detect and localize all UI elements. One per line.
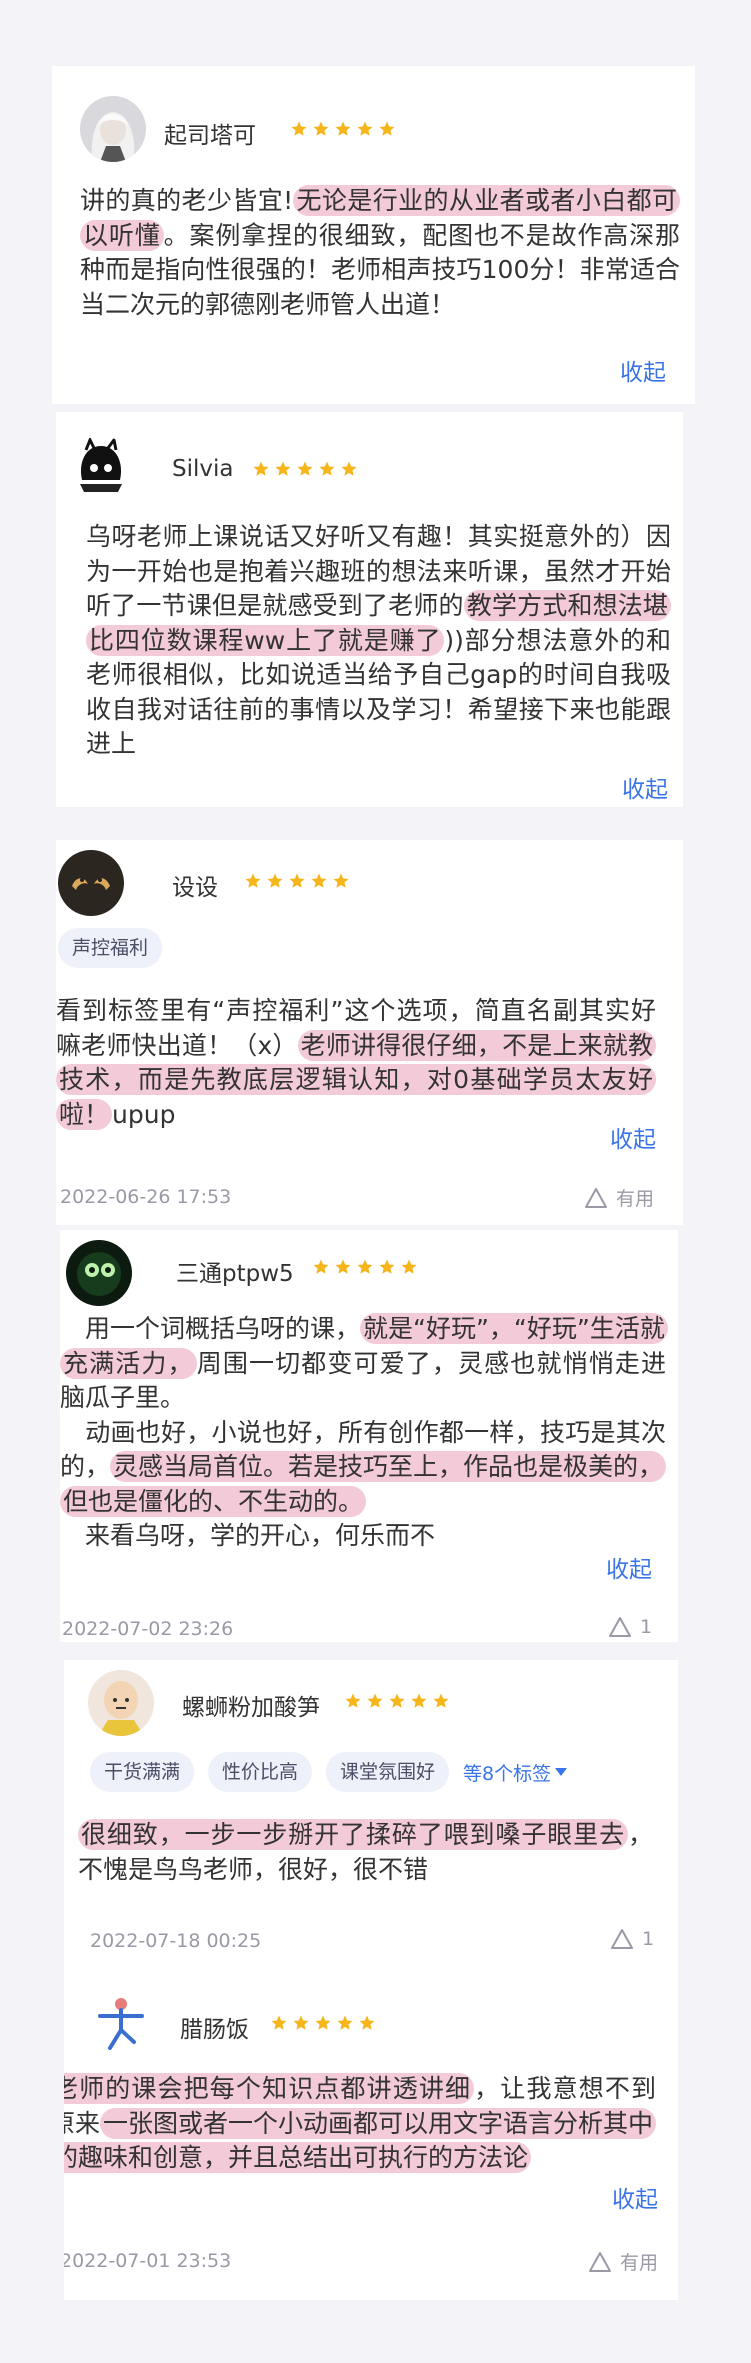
star-icon bbox=[267, 873, 283, 888]
review-card: 起司塔可 讲的真的老少皆宜! 无论是行业的从业者或者小白都可以听懂 。案例拿捏的很细… bbox=[52, 66, 695, 404]
useful-button[interactable]: 1 bbox=[608, 1616, 652, 1638]
star-icon bbox=[319, 461, 335, 476]
review-text-segment: upup bbox=[112, 1099, 176, 1129]
thumb-triangle-icon bbox=[585, 1187, 607, 1208]
review-date: 2022-07-18 00:25 bbox=[90, 1930, 262, 1952]
highlighted-text: 老师的课会把每个知识点都讲透讲细 bbox=[64, 2073, 475, 2104]
highlighted-text: 灵感当局首位。若是技巧至上，作品也是极美的，但也是僵化的、不生动的。 bbox=[60, 1451, 667, 1517]
star-icon bbox=[341, 461, 357, 476]
star-icon bbox=[293, 2015, 309, 2030]
star-icon bbox=[311, 873, 327, 888]
tag-list: 声控福利 bbox=[58, 928, 163, 968]
thumb-triangle-icon bbox=[609, 1617, 631, 1637]
rating-stars bbox=[344, 1692, 450, 1710]
review-card: 螺蛳粉加酸笋 干货满满 性价比高 课堂氛围好 等8个标签 很细致，一步一步掰开了… bbox=[64, 1660, 678, 1980]
rating-stars bbox=[252, 460, 358, 478]
useful-count: 1 bbox=[642, 1928, 655, 1950]
thumb-triangle-icon bbox=[611, 1929, 633, 1949]
review-card: Silvia 乌呀老师上课说话又好听又有趣！其实挺意外的）因为一开始也是抱着兴趣… bbox=[56, 412, 683, 807]
star-icon bbox=[271, 2015, 287, 2030]
collapse-link[interactable]: 收起 bbox=[610, 1120, 656, 1154]
star-icon bbox=[357, 1259, 373, 1274]
review-card: 设设 声控福利 看到标签里有“声控福利”这个选项，简直名副其实好嘛老师快出道！（… bbox=[56, 840, 683, 1225]
username[interactable]: 腊肠饭 bbox=[180, 2010, 249, 2044]
star-icon bbox=[367, 1693, 383, 1708]
review-text: 看到标签里有“声控福利”这个选项，简直名副其实好嘛老师快出道！（x） 老师讲得很仔… bbox=[56, 994, 656, 1132]
review-text: 用一个词概括乌呀的课， 就是“好玩”，“好玩”生活就充满活力， 周围一切都变可爱了，… bbox=[60, 1312, 668, 1554]
silver-hair-character-avatar-icon[interactable] bbox=[80, 96, 146, 162]
review-text-segment: 用一个词概括乌呀的课， bbox=[60, 1314, 361, 1343]
star-icon bbox=[289, 873, 305, 888]
username[interactable]: 设设 bbox=[172, 868, 218, 902]
star-icon bbox=[389, 1693, 405, 1708]
tag-list: 干货满满 性价比高 课堂氛围好 等8个标签 bbox=[90, 1752, 568, 1792]
review-date: 2022-06-26 17:53 bbox=[60, 1186, 232, 1208]
rating-stars bbox=[244, 872, 350, 890]
useful-button[interactable]: 有用 bbox=[588, 2248, 658, 2275]
username[interactable]: 螺蛳粉加酸笋 bbox=[182, 1688, 320, 1722]
rating-stars bbox=[290, 120, 396, 138]
star-icon bbox=[357, 121, 373, 136]
bald-hero-avatar-icon[interactable] bbox=[88, 1670, 154, 1736]
star-icon bbox=[345, 1693, 361, 1708]
username[interactable]: 起司塔可 bbox=[164, 116, 256, 150]
useful-count: 有用 bbox=[616, 1188, 655, 1210]
highlighted-text: 很细致，一步一步掰开了揉碎了喂到嗓子眼里去 bbox=[78, 1819, 628, 1850]
star-icon bbox=[337, 2015, 353, 2030]
tag-chip[interactable]: 干货满满 bbox=[90, 1752, 195, 1792]
star-icon bbox=[313, 1259, 329, 1274]
useful-button[interactable]: 有用 bbox=[584, 1184, 654, 1211]
yoga-figure-avatar-icon[interactable] bbox=[88, 1990, 154, 2056]
star-icon bbox=[313, 121, 329, 136]
review-text: 讲的真的老少皆宜! 无论是行业的从业者或者小白都可以听懂 。案例拿捏的很细致，配图也… bbox=[80, 184, 680, 322]
review-date: 2022-07-02 23:26 bbox=[62, 1618, 234, 1640]
review-text-segment: 讲的真的老少皆宜! bbox=[80, 186, 294, 215]
useful-count: 有用 bbox=[620, 2252, 659, 2274]
review-date: 2022-07-01 23:53 bbox=[64, 2250, 232, 2272]
star-icon bbox=[253, 461, 269, 476]
review-card: 三通ptpw5 用一个词概括乌呀的课， 就是“好玩”，“好玩”生活就充满活力， 周围… bbox=[60, 1230, 678, 1642]
two-birds-avatar-icon[interactable] bbox=[58, 850, 124, 916]
star-icon bbox=[359, 2015, 375, 2030]
star-icon bbox=[379, 121, 395, 136]
tag-chip[interactable]: 性价比高 bbox=[208, 1752, 313, 1792]
username[interactable]: 三通ptpw5 bbox=[176, 1254, 294, 1288]
more-tags-label: 等8个标签 bbox=[463, 1762, 552, 1785]
tag-chip[interactable]: 课堂氛围好 bbox=[326, 1752, 450, 1792]
green-eye-creature-avatar-icon[interactable] bbox=[66, 1240, 132, 1306]
review-text: 乌呀老师上课说话又好听又有趣！其实挺意外的）因为一开始也是抱着兴趣班的想法来听课… bbox=[86, 520, 671, 762]
star-icon bbox=[335, 121, 351, 136]
review-text-segment: 。案例拿捏的很细致，配图也不是故作高深那种而是指向性很强的！老师相声技巧100分… bbox=[80, 220, 680, 319]
star-icon bbox=[333, 873, 349, 888]
thumb-triangle-icon bbox=[589, 2251, 611, 2272]
rating-stars bbox=[312, 1258, 418, 1276]
collapse-link[interactable]: 收起 bbox=[620, 353, 666, 387]
review-text: 很细致，一步一步掰开了揉碎了喂到嗓子眼里去 ，不愧是鸟鸟老师，很好，很不错 bbox=[78, 1818, 653, 1887]
useful-count: 1 bbox=[640, 1616, 653, 1638]
more-tags-link[interactable]: 等8个标签 bbox=[463, 1759, 568, 1786]
star-icon bbox=[245, 873, 261, 888]
review-card: 腊肠饭 老师的课会把每个知识点都讲透讲细，让我意想不到原来一张图或者一个小动画都… bbox=[64, 1980, 678, 2300]
black-cat-sketch-avatar-icon[interactable] bbox=[68, 436, 134, 502]
tag-chip[interactable]: 声控福利 bbox=[58, 928, 163, 968]
star-icon bbox=[335, 1259, 351, 1274]
star-icon bbox=[379, 1259, 395, 1274]
collapse-link[interactable]: 收起 bbox=[606, 1550, 652, 1584]
star-icon bbox=[291, 121, 307, 136]
useful-button[interactable]: 1 bbox=[610, 1928, 654, 1950]
collapse-link[interactable]: 收起 bbox=[612, 2180, 658, 2214]
star-icon bbox=[401, 1259, 417, 1274]
username[interactable]: Silvia bbox=[172, 456, 233, 482]
star-icon bbox=[433, 1693, 449, 1708]
star-icon bbox=[315, 2015, 331, 2030]
star-icon bbox=[297, 461, 313, 476]
caret-down-icon bbox=[555, 1768, 568, 1776]
star-icon bbox=[275, 461, 291, 476]
star-icon bbox=[411, 1693, 427, 1708]
review-text: 老师的课会把每个知识点都讲透讲细，让我意想不到原来一张图或者一个小动画都可以用文… bbox=[64, 2072, 657, 2176]
highlighted-text: 一张图或者一个小动画都可以用文字语言分析其中的趣味和创意，并且总结出可执行的方法… bbox=[64, 2107, 657, 2173]
collapse-link[interactable]: 收起 bbox=[622, 770, 668, 804]
rating-stars bbox=[270, 2014, 376, 2032]
review-text-segment: 来看乌呀，学的开心，何乐而不 bbox=[85, 1521, 436, 1550]
